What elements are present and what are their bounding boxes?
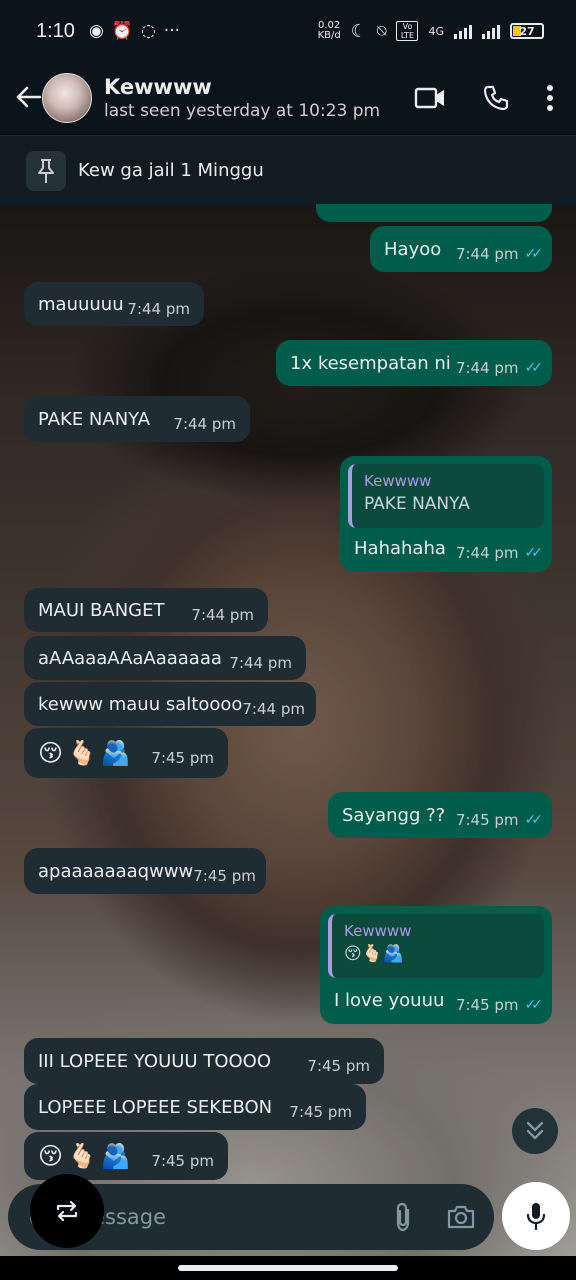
- double-check-icon: ✓✓: [524, 545, 544, 561]
- message-bubble-in[interactable]: MAUI BANGET 7:44 pm: [24, 588, 268, 632]
- whatsapp-icon: ◌: [140, 21, 156, 41]
- message-bubble-reply-out[interactable]: Kewwww PAKE NANYA Hahahaha 7:44 pm ✓✓: [340, 456, 552, 572]
- message-bubble-in[interactable]: PAKE NANYA 7:44 pm: [24, 396, 250, 442]
- mic-button[interactable]: [502, 1182, 570, 1250]
- system-nav-bar: [0, 1256, 576, 1280]
- message-bubble-in[interactable]: III LOPEEE YOUUU TOOOO 7:45 pm: [24, 1038, 384, 1084]
- scroll-to-bottom-button[interactable]: [512, 1108, 558, 1154]
- double-check-icon: ✓✓: [524, 246, 544, 262]
- message-bubble-in[interactable]: kewww mauu saltoooo 7:44 pm: [24, 682, 316, 726]
- signal-icon: [454, 23, 472, 39]
- status-bar: 1:10 ◉ ⏰ ◌ ··· 0.02 KB/d ☾ ⍉ Vo LTE 4G 2…: [0, 0, 576, 62]
- network-type: 4G: [428, 24, 444, 38]
- message-bubble-reply-out[interactable]: Kewwww 😚🫰🏻🫂 I love youuu 7:45 pm ✓✓: [320, 906, 552, 1024]
- quoted-message[interactable]: Kewwww PAKE NANYA: [348, 464, 544, 528]
- signal-icon-2: [482, 23, 500, 39]
- double-check-icon: ✓✓: [524, 360, 544, 376]
- message-bubble-in[interactable]: 😚🫰🏻🫂 7:45 pm: [24, 728, 228, 778]
- last-seen: last seen yesterday at 10:23 pm: [104, 101, 381, 121]
- vibrate-off-icon: ⍉: [376, 21, 387, 40]
- message-bubble-partial[interactable]: [316, 204, 552, 222]
- pin-icon: [26, 150, 66, 191]
- chat-header: Kewwww last seen yesterday at 10:23 pm: [0, 62, 576, 134]
- emoji-message: 😚🫰🏻🫂: [38, 1142, 135, 1170]
- contact-avatar[interactable]: [42, 73, 92, 123]
- status-time: 1:10: [36, 19, 75, 42]
- message-bubble-in[interactable]: LOPEEE LOPEEE SEKEBON 7:45 pm: [24, 1084, 366, 1130]
- floating-repeat-button[interactable]: [30, 1174, 104, 1248]
- pinned-text: Kew ga jail 1 Minggu: [78, 160, 264, 181]
- repeat-icon: [56, 1200, 78, 1222]
- chevrons-down-icon: [526, 1121, 544, 1140]
- quoted-message[interactable]: Kewwww 😚🫰🏻🫂: [328, 914, 544, 978]
- pinned-message-bar[interactable]: Kew ga jail 1 Minggu: [0, 135, 576, 205]
- message-bubble-out[interactable]: Sayangg ?? 7:45 pm ✓✓: [328, 792, 552, 838]
- video-call-icon[interactable]: [414, 87, 446, 109]
- discord-icon: ◉: [88, 21, 104, 41]
- message-bubble-in[interactable]: 😚🫰🏻🫂 7:45 pm: [24, 1132, 228, 1180]
- message-bubble-out[interactable]: 1x kesempatan ni 7:44 pm ✓✓: [276, 340, 552, 386]
- phone-icon[interactable]: [482, 84, 510, 112]
- message-bubble-out[interactable]: Hayoo 7:44 pm ✓✓: [370, 226, 552, 272]
- double-check-icon: ✓✓: [524, 812, 544, 828]
- message-bubble-in[interactable]: aAAaaaAAaAaaaaaa 7:44 pm: [24, 636, 306, 680]
- mic-icon: [526, 1203, 546, 1231]
- double-check-icon: ✓✓: [524, 997, 544, 1013]
- battery-icon: 27: [510, 23, 544, 39]
- contact-name: Kewwww: [104, 75, 212, 99]
- dnd-moon-icon: ☾: [350, 20, 367, 42]
- message-bubble-in[interactable]: mauuuuu 7:44 pm: [24, 282, 204, 326]
- contact-info[interactable]: Kewwww last seen yesterday at 10:23 pm: [104, 75, 380, 121]
- more-notifications-icon: ···: [163, 21, 181, 41]
- message-bubble-in[interactable]: apaaaaaaaqwww 7:45 pm: [24, 848, 266, 894]
- alarm-icon: ⏰: [111, 21, 133, 41]
- emoji-message: 😚🫰🏻🫂: [38, 739, 135, 767]
- message-list[interactable]: Hayoo 7:44 pm ✓✓ mauuuuu 7:44 pm 1x kesem…: [0, 204, 576, 1184]
- status-notification-icons: ◉ ⏰ ◌ ···: [89, 21, 180, 41]
- home-gesture-bar[interactable]: [178, 1265, 398, 1271]
- attach-icon[interactable]: [392, 1202, 414, 1232]
- camera-icon[interactable]: [446, 1204, 476, 1230]
- net-speed: 0.02 KB/d: [317, 20, 341, 41]
- volte-badge: Vo LTE: [396, 21, 419, 41]
- more-vert-icon[interactable]: [546, 85, 554, 111]
